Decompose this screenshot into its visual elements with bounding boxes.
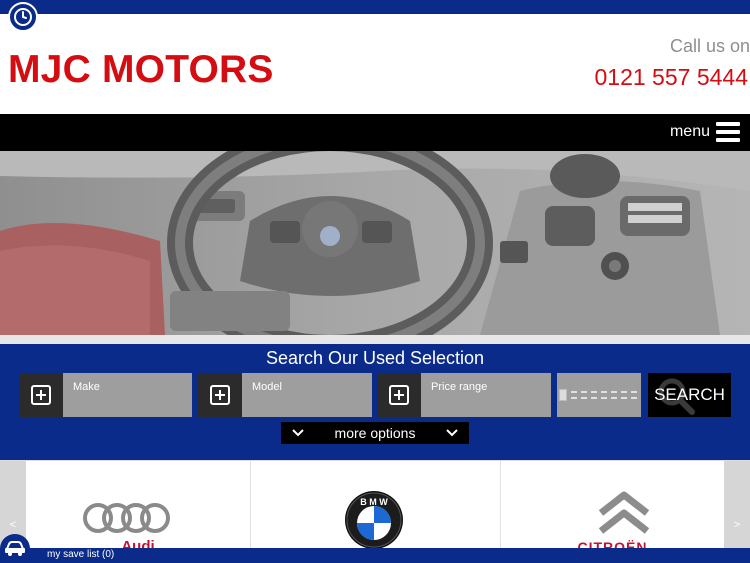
car-icon[interactable] [0,534,30,563]
footer-bar: my save list (0) [0,548,750,563]
brand-item-audi[interactable]: Audi [26,461,251,549]
brand-carousel: < Audi B M W CITROËN > [0,460,750,549]
chevron-down-icon [292,429,304,437]
menu-button[interactable]: menu [670,122,740,142]
audi-logo-icon [83,503,170,533]
clock-icon[interactable] [8,2,38,32]
price-range-slider[interactable] [557,373,641,417]
hamburger-icon [716,122,740,142]
brand-item-citroen[interactable]: CITROËN [501,461,724,549]
more-options-label: more options [334,425,416,441]
nav-bar: menu [0,114,750,151]
call-us-label: Call us on [669,36,750,56]
menu-label: menu [669,123,710,140]
brand-item-bmw[interactable]: B M W [251,461,501,549]
search-title: Search Our Used Selection [265,348,485,368]
slider-handle[interactable] [559,389,567,401]
top-bar [0,0,750,14]
more-options-toggle[interactable]: more options [281,422,469,444]
svg-text:B M W: B M W [360,497,388,507]
save-list-link[interactable]: my save list (0) [47,549,114,560]
site-header: MJC MOTORS Call us on 0121 557 5444 [0,14,750,114]
hero-banner [0,151,750,335]
model-select[interactable]: Model [198,373,372,417]
search-panel: Search Our Used Selection Make Model Pri… [0,344,750,460]
price-range-select[interactable]: Price range [377,373,551,417]
search-button[interactable]: SEARCH [648,373,731,417]
car-interior-image [0,151,750,335]
citroen-logo-icon [598,491,650,534]
bmw-logo-icon: B M W [345,491,403,549]
plus-icon [19,373,63,417]
make-select[interactable]: Make [19,373,192,417]
hero-divider [0,335,750,344]
site-logo[interactable]: MJC MOTORS [8,48,274,92]
price-range-label: Price range [431,381,488,393]
make-label: Make [73,381,100,393]
chevron-down-icon [446,429,458,437]
search-button-label: SEARCH [654,385,725,404]
phone-number-link[interactable]: 0121 557 5444 [595,64,749,91]
slider-track [561,391,637,399]
model-label: Model [252,381,282,393]
plus-icon [377,373,421,417]
carousel-next-button[interactable]: > [724,461,750,549]
plus-icon [198,373,242,417]
